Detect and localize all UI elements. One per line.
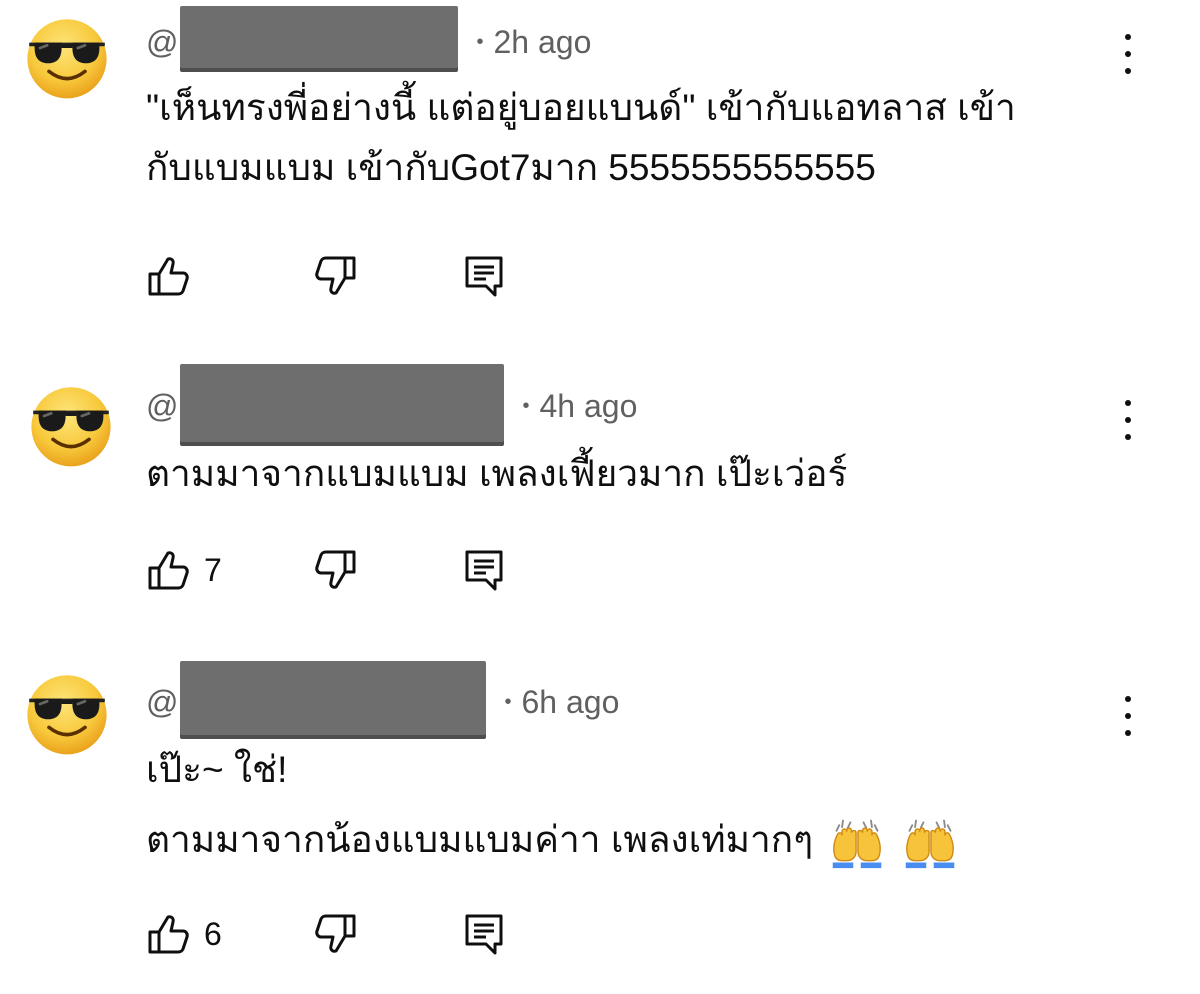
separator-dot: • (504, 690, 512, 713)
comment-timestamp: 4h ago (539, 387, 638, 424)
comment-timestamp: 6h ago (521, 683, 620, 720)
comment-text-line: กับแบมแบม เข้ากับGot7มาก 5555555555555 (146, 147, 876, 188)
comment-text: "เห็นทรงพี่อย่างนี้ แต่อยู่บอยแบนด์" เข้… (146, 84, 1016, 192)
comment-actions (146, 254, 546, 298)
redacted-username[interactable] (180, 6, 459, 68)
reply-icon (462, 548, 506, 592)
thumbs-up-icon (146, 254, 190, 298)
comment-actions: 6 (146, 912, 546, 956)
thumbs-down-icon (314, 548, 358, 592)
like-count: 6 (204, 915, 222, 952)
like-button[interactable]: 6 (146, 912, 222, 956)
comment-item: @ • 4h ago ตามมาจากแบมแบม เพลงเฟี้ยวมาก … (0, 350, 1200, 640)
reply-button[interactable] (462, 548, 506, 592)
dislike-button[interactable] (314, 254, 358, 298)
separator-dot: • (522, 394, 530, 417)
redacted-username[interactable] (180, 661, 487, 735)
comment-header: @ • 6h ago (146, 661, 620, 735)
like-count: 7 (204, 551, 222, 588)
comment-text-line-with-emoji: ตามมาจากน้องแบมแบมค่าา เพลงเท่มากๆ (146, 814, 958, 870)
comment-text-line: "เห็นทรงพี่อย่างนี้ แต่อยู่บอยแบนด์" เข้… (146, 87, 1016, 128)
avatar-sunglasses-icon[interactable] (22, 668, 112, 758)
thumbs-down-icon (314, 912, 358, 956)
thumbs-up-icon (146, 548, 190, 592)
raising-hands-emoji-icon (829, 814, 885, 870)
handle-at-symbol: @ (146, 683, 179, 720)
avatar-sunglasses-icon[interactable] (26, 380, 116, 470)
separator-dot: • (476, 30, 484, 53)
thumbs-down-icon (314, 254, 358, 298)
handle-at-symbol: @ (146, 23, 179, 60)
reply-icon (462, 254, 506, 298)
like-button[interactable] (146, 254, 204, 298)
more-vert-icon[interactable] (1118, 696, 1138, 736)
comment-text: ตามมาจากแบมแบม เพลงเฟี้ยวมาก เป๊ะเว่อร์ (146, 450, 847, 498)
comment-text: เป๊ะ~ ใช่! ตามมาจากน้องแบมแบมค่าา เพลงเท… (146, 746, 958, 870)
dislike-button[interactable] (314, 548, 358, 592)
more-vert-icon[interactable] (1118, 34, 1138, 74)
comment-text-line: ตามมาจากแบมแบม เพลงเฟี้ยวมาก เป๊ะเว่อร์ (146, 453, 848, 494)
thumbs-up-icon (146, 912, 190, 956)
reply-button[interactable] (462, 254, 506, 298)
avatar-sunglasses-icon[interactable] (22, 12, 112, 102)
comment-text-line: เป๊ะ~ ใช่! (146, 749, 288, 790)
raising-hands-emoji-icon (902, 814, 958, 870)
dislike-button[interactable] (314, 912, 358, 956)
reply-button[interactable] (462, 912, 506, 956)
redacted-username[interactable] (180, 364, 505, 442)
comment-header: @ • 4h ago (146, 364, 638, 442)
comment-item: @ • 6h ago เป๊ะ~ ใช่! ตามมาจากน้องแบมแบม… (0, 650, 1200, 990)
like-button[interactable]: 7 (146, 548, 222, 592)
more-vert-icon[interactable] (1118, 400, 1138, 440)
comment-actions: 7 (146, 548, 546, 592)
comment-timestamp: 2h ago (493, 23, 592, 60)
reply-icon (462, 912, 506, 956)
handle-at-symbol: @ (146, 387, 179, 424)
comment-header: @ • 2h ago (146, 6, 592, 68)
comment-text-span: ตามมาจากน้องแบมแบมค่าา เพลงเท่มากๆ (146, 818, 814, 860)
comment-item: @ • 2h ago "เห็นทรงพี่อย่างนี้ แต่อยู่บอ… (0, 0, 1200, 330)
